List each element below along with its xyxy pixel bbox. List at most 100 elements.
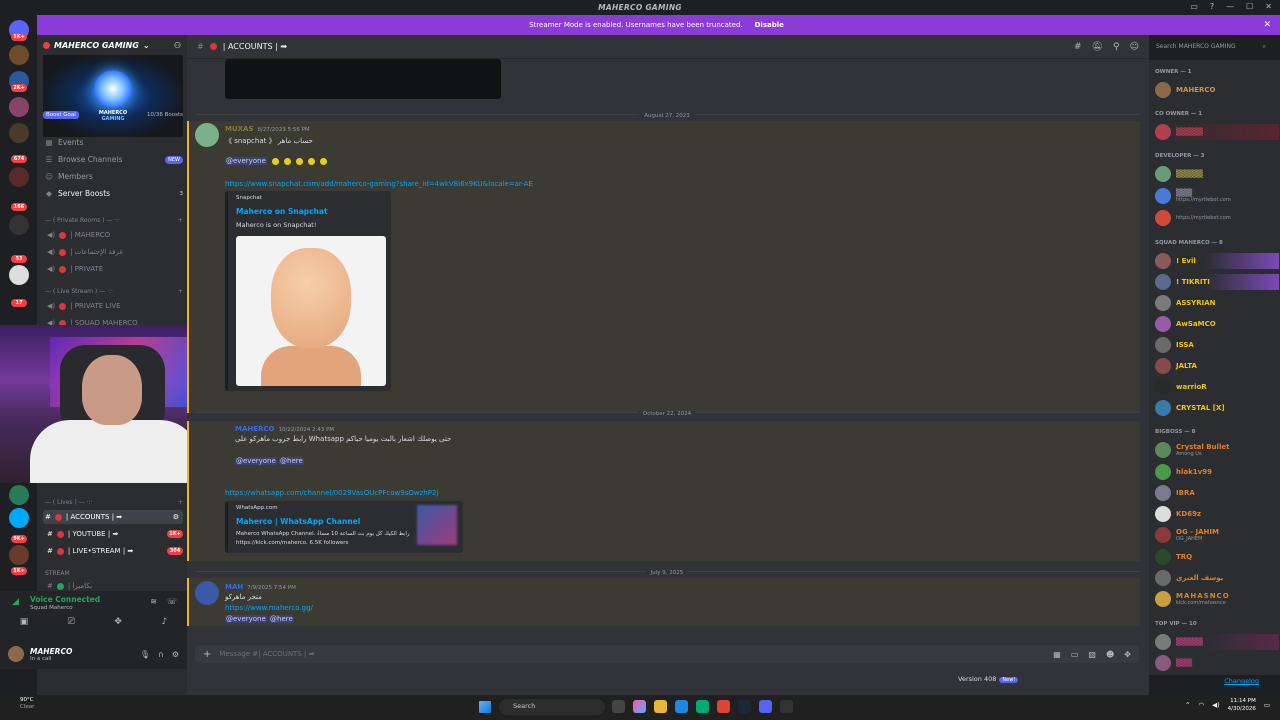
member-list-icon[interactable]: ☺ <box>1130 42 1139 52</box>
member-item[interactable]: CRYSTAL [X] <box>1155 400 1279 416</box>
member-item[interactable]: ▒▒▒▒▒ <box>1155 634 1279 650</box>
gif-icon[interactable]: ▭ <box>1071 650 1079 659</box>
sticker-icon[interactable]: ▧ <box>1088 650 1096 659</box>
member-item[interactable]: ! Evil <box>1155 253 1279 269</box>
close-icon[interactable]: ✕ <box>1263 20 1271 30</box>
message-author[interactable]: MAH 7/9/2025 7:54 PM <box>225 583 296 591</box>
avatar[interactable] <box>195 123 219 147</box>
server-icon[interactable] <box>9 215 29 235</box>
server-header[interactable]: MAHERCO GAMING ⌄ ⚇ <box>37 35 187 55</box>
discord-icon[interactable] <box>759 700 772 713</box>
snapchat-link[interactable]: https://www.snapchat.com/add/maherco-gam… <box>225 180 533 188</box>
nav-events[interactable]: ▦ Events <box>45 138 183 147</box>
headphones-icon[interactable]: ∩ <box>158 650 164 659</box>
member-item[interactable]: ▒▒▒▒▒ <box>1155 166 1279 182</box>
noise-suppression-icon[interactable]: ≋ <box>150 597 157 606</box>
disconnect-icon[interactable]: ☏ <box>167 597 177 606</box>
everyone-mention[interactable]: @everyone <box>225 157 267 165</box>
everyone-mention[interactable]: @everyone <box>225 615 267 623</box>
chrome-icon[interactable] <box>717 700 730 713</box>
add-channel-icon[interactable]: + <box>178 217 183 224</box>
category-stream[interactable]: STREAM <box>45 570 183 577</box>
add-user-icon[interactable]: ⚇ <box>174 41 181 50</box>
volume-icon[interactable]: ◀) <box>1212 701 1220 709</box>
task-view-icon[interactable] <box>612 700 625 713</box>
text-channel-live-stream[interactable]: # | LIVE•STREAM | ➡ 304 <box>47 547 183 555</box>
tray-chevron-icon[interactable]: ⌃ <box>1185 701 1190 709</box>
whatsapp-link[interactable]: https://whatsapp.com/channel/0029VasOUcP… <box>225 489 438 497</box>
avatar[interactable] <box>8 646 24 662</box>
settings-icon[interactable]: ⚙ <box>173 513 179 521</box>
minimize-button[interactable]: — <box>1226 2 1234 11</box>
bitmoji-image[interactable] <box>236 236 386 386</box>
edge-icon[interactable] <box>675 700 688 713</box>
nav-server-boosts[interactable]: ◆ Server Boosts 3 <box>45 189 183 198</box>
voice-channel[interactable]: ◀) | MAHERCO <box>47 231 183 239</box>
server-icon[interactable] <box>9 123 29 143</box>
member-item[interactable]: TRQ <box>1155 549 1279 565</box>
voice-channel-name[interactable]: Squad Maherco <box>30 605 73 611</box>
disable-button[interactable]: Disable <box>751 19 788 31</box>
add-channel-icon[interactable]: + <box>178 499 183 506</box>
activities-icon[interactable]: ✥ <box>114 617 122 627</box>
category-lives[interactable]: — ( Lives ) — ·:· + <box>45 499 183 506</box>
message-composer[interactable]: + Message #| ACCOUNTS | ➡ ▦ ▭ ▧ ☻ ✥ <box>195 645 1139 663</box>
windows-start-icon[interactable] <box>479 701 491 713</box>
member-item[interactable]: ISSA <box>1155 337 1279 353</box>
member-item[interactable]: MAHERCO <box>1155 82 1279 98</box>
taskbar-search[interactable]: Search <box>499 699 605 715</box>
server-icon[interactable] <box>9 265 29 285</box>
nav-members[interactable]: ☺ Members <box>45 172 183 181</box>
member-item[interactable]: ▒▒▒ <box>1155 655 1279 671</box>
server-icon[interactable] <box>9 485 29 505</box>
boost-goal-bar[interactable]: Boost Goal 10/36 Boosts <box>43 109 183 121</box>
text-channel-accounts[interactable]: # | ACCOUNTS | ➡ ⚙ <box>43 510 183 524</box>
member-item[interactable]: ▒▒▒ https://myrtlebot.com <box>1155 188 1279 204</box>
add-channel-icon[interactable]: + <box>178 288 183 295</box>
mute-icon[interactable]: 🔕︎ <box>1092 42 1103 52</box>
clock[interactable]: 11:14 PM 4/30/2026 <box>1228 697 1256 713</box>
embed-title[interactable]: Maherco | WhatsApp Channel <box>236 517 360 526</box>
obs-icon[interactable] <box>780 700 793 713</box>
steam-icon[interactable] <box>738 700 751 713</box>
member-item[interactable]: MAHASNCO kick.com/mahasnco <box>1155 591 1279 607</box>
close-window-button[interactable]: ✕ <box>1265 2 1272 11</box>
embed-thumbnail[interactable] <box>417 505 457 545</box>
inbox-icon[interactable]: ▭ <box>1190 2 1198 11</box>
member-item[interactable]: JALTA <box>1155 358 1279 374</box>
notification-icon[interactable]: ▭ <box>1264 701 1270 709</box>
screen-share-icon[interactable]: ⎚ <box>68 617 75 627</box>
file-explorer-icon[interactable] <box>654 700 667 713</box>
gift-icon[interactable]: ▦ <box>1053 650 1061 659</box>
member-item[interactable]: ASSYRIAN <box>1155 295 1279 311</box>
weather-widget[interactable]: 90°C Clear <box>20 697 34 711</box>
here-mention[interactable]: @here <box>269 615 294 623</box>
copilot-icon[interactable] <box>633 700 646 713</box>
camera-icon[interactable]: ▣ <box>20 617 29 627</box>
threads-icon[interactable]: # <box>1074 42 1082 52</box>
embed-title[interactable]: Maherco on Snapchat <box>236 207 328 216</box>
category-live-stream[interactable]: — ( Live Stream ) — ·:· + <box>45 288 183 295</box>
text-channel-youtube[interactable]: # | YOUTUBE | ➡ 1K+ <box>47 530 183 538</box>
member-item[interactable]: AwSaMCO <box>1155 316 1279 332</box>
message-author[interactable]: MUXAS 8/27/2023 5:56 PM <box>225 125 310 133</box>
member-item[interactable]: يوسف العنزي <box>1155 570 1279 586</box>
server-icon[interactable] <box>9 508 29 528</box>
add-attachment-icon[interactable]: + <box>203 649 211 660</box>
everyone-mention[interactable]: @everyone <box>235 457 277 465</box>
emoji-icon[interactable]: ☻ <box>1106 650 1114 659</box>
gear-icon[interactable]: ⚙ <box>172 650 179 659</box>
server-icon[interactable] <box>9 167 29 187</box>
member-item[interactable]: Crystal Bullet Among Us <box>1155 442 1279 458</box>
member-item[interactable]: ▒▒▒▒▒ <box>1155 124 1279 140</box>
soundboard-icon[interactable]: ♪ <box>161 617 167 627</box>
store-link[interactable]: https://www.maherco.gg/ <box>225 604 313 612</box>
pin-icon[interactable]: ⚲ <box>1113 42 1120 52</box>
member-item[interactable]: ! TIKRITI <box>1155 274 1279 290</box>
voice-channel[interactable]: ◀) | PRIVATE <box>47 265 183 273</box>
member-item[interactable]: KD69z <box>1155 506 1279 522</box>
maximize-button[interactable]: ☐ <box>1246 2 1253 11</box>
message-author[interactable]: MAHERCO 10/22/2024 2:43 PM <box>235 425 334 433</box>
store-icon[interactable] <box>696 700 709 713</box>
apps-icon[interactable]: ✥ <box>1124 650 1131 659</box>
